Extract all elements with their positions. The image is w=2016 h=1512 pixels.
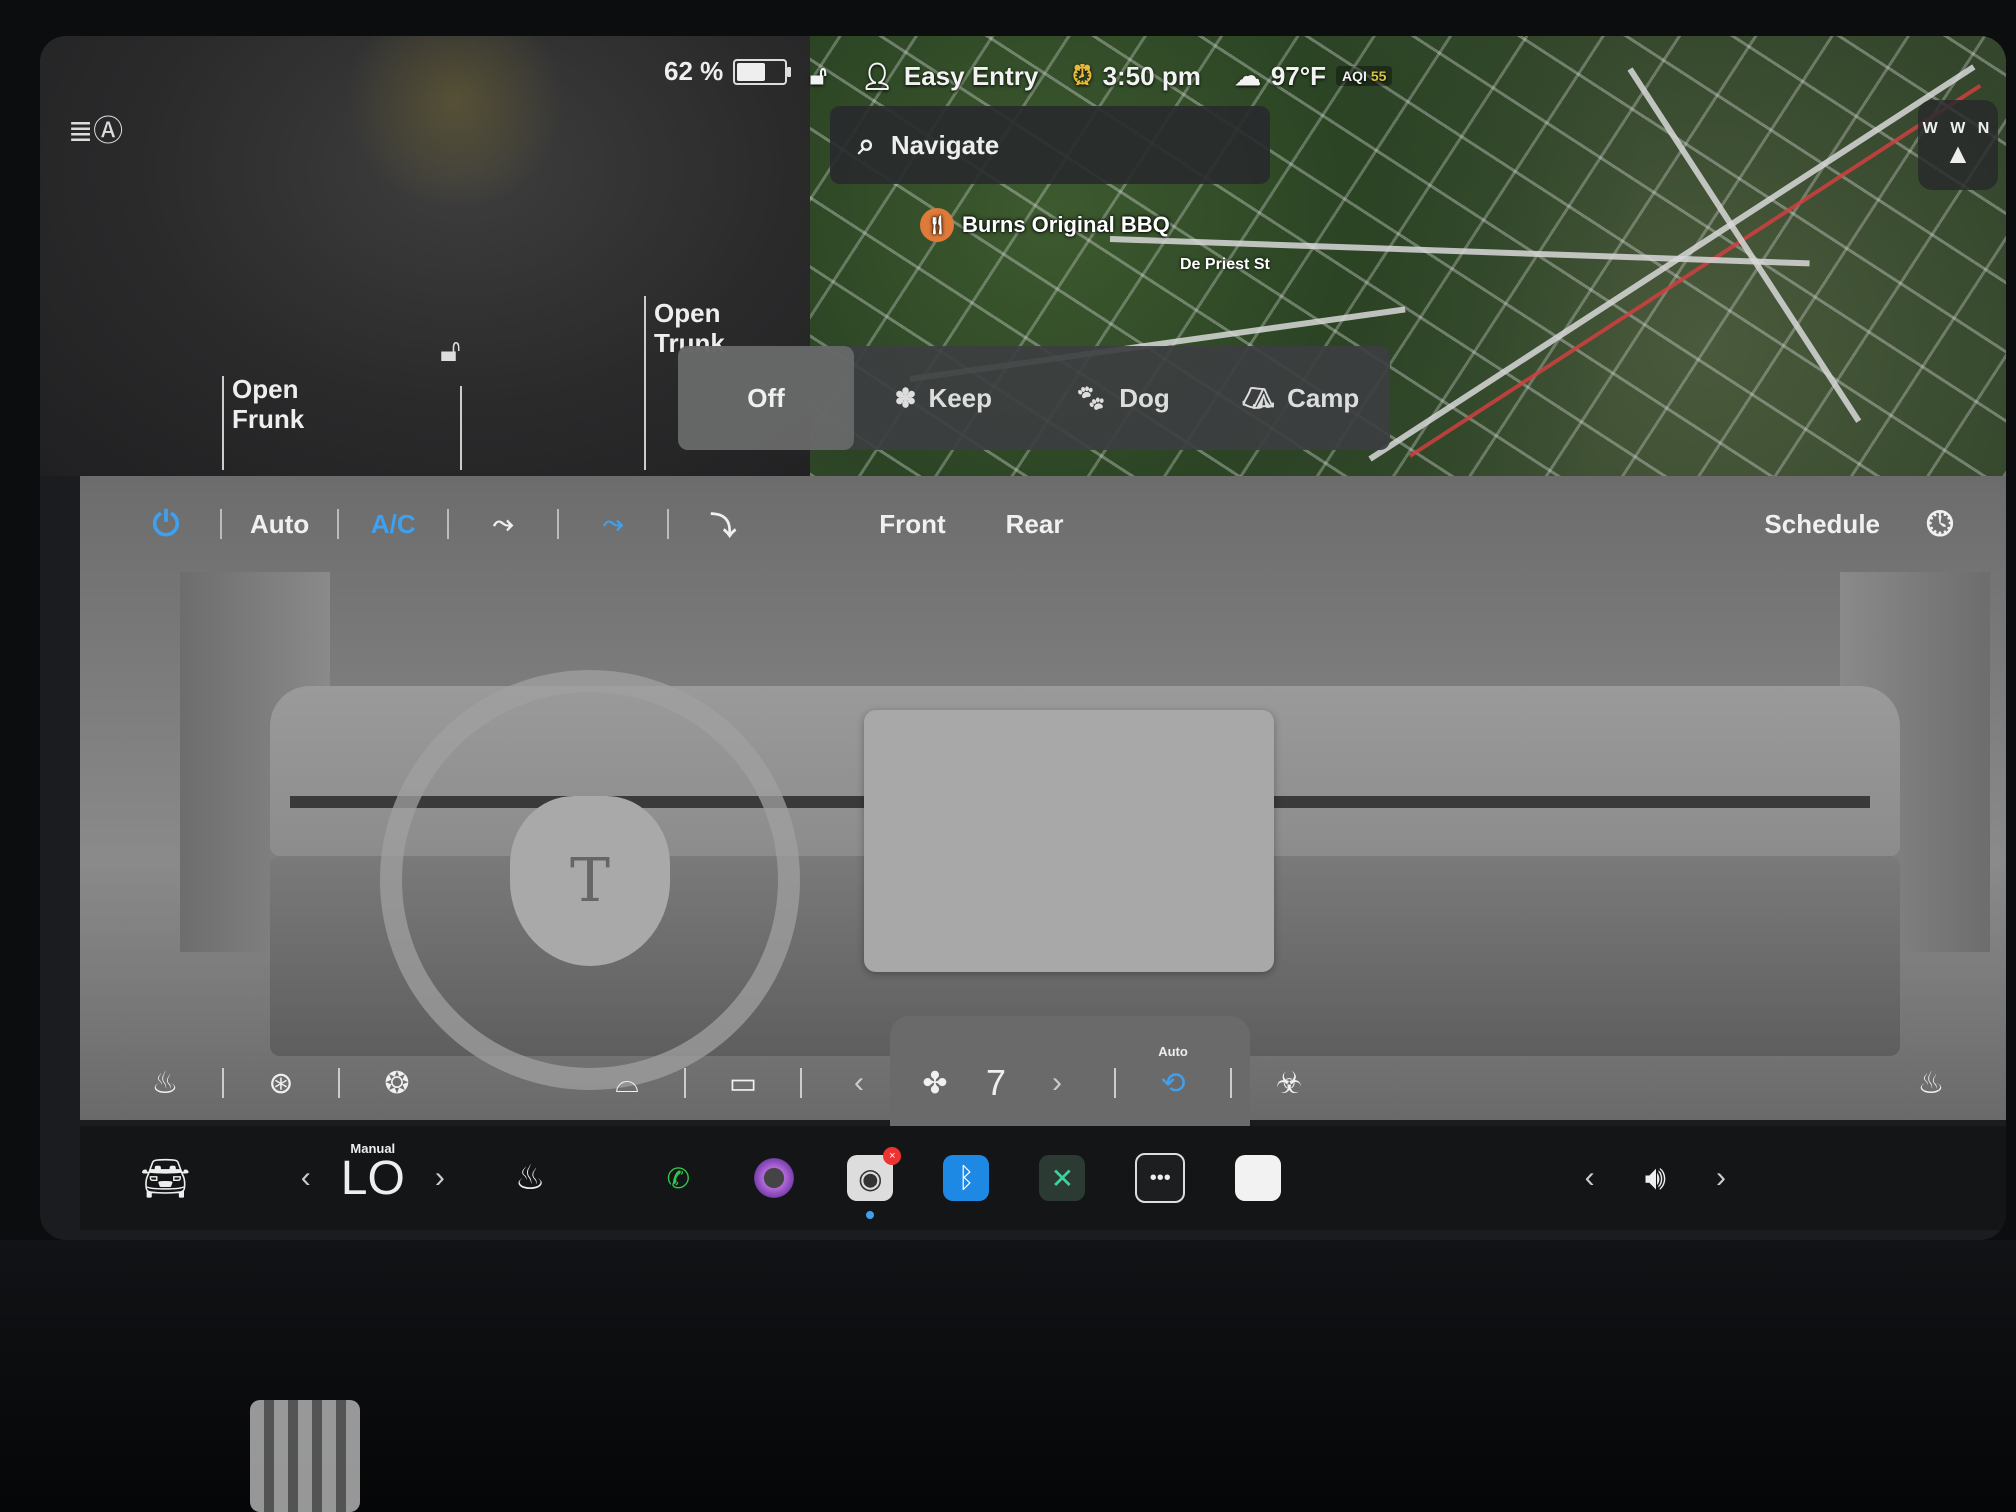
battery-icon — [733, 58, 792, 85]
volume-decrease-button[interactable]: ‹ — [1585, 1161, 1595, 1195]
front-defrost-icon[interactable]: ⌓ — [602, 1066, 652, 1100]
temp-value: LO — [340, 1151, 405, 1205]
screen-glare — [340, 36, 570, 206]
recirculation-icon: ⟲ — [1160, 1066, 1186, 1100]
navigation-arrow-icon: ▲ — [1944, 138, 1972, 169]
recirc-auto-label: Auto — [1158, 1043, 1188, 1059]
airflow-feet-icon[interactable]: ⤵ — [697, 506, 749, 543]
volume-increase-button[interactable]: › — [1716, 1161, 1726, 1195]
mode-keep-button[interactable]: ✽ Keep — [854, 346, 1033, 450]
weather[interactable]: ☁︎ 97°F AQI 55 — [1235, 61, 1393, 92]
fan-keep-icon: ✽ — [894, 382, 917, 413]
paw-icon: 🐾︎ — [1074, 382, 1108, 413]
car-icon[interactable]: 🚘︎ — [140, 1155, 191, 1202]
mode-dog-button[interactable]: 🐾︎ Dog — [1033, 346, 1212, 450]
clock: ⏰︎ 3:50 pm — [1072, 60, 1201, 92]
battery-percent: 62 % — [664, 56, 724, 86]
alarm-icon: ⏰︎ — [1072, 60, 1093, 90]
fan-icon: ✤ — [922, 1066, 948, 1100]
street-label: De Priest St — [1180, 256, 1270, 273]
camera-alert-badge: × — [883, 1147, 902, 1165]
fan-decrease-button[interactable]: ‹ — [834, 1066, 884, 1100]
map-poi[interactable]: 🍴︎ Burns Original BBQ — [920, 208, 1170, 242]
tent-icon: ⛺︎ — [1242, 382, 1276, 413]
phone-icon[interactable]: ✆ — [655, 1155, 701, 1201]
seat-heat-left-icon[interactable]: ♨ — [140, 1066, 190, 1101]
climate-keep-mode-selector: Off ✽ Keep 🐾︎ Dog ⛺︎ Camp — [678, 346, 1390, 450]
temperature-text: 97°F — [1270, 60, 1327, 91]
unlock-icon[interactable]: 🔓︎ — [440, 332, 461, 370]
profile-name: Easy Entry — [903, 60, 1039, 91]
lock-open-icon: 🔓︎ — [810, 60, 827, 90]
fan-speed-value: 7 — [986, 1062, 1007, 1103]
cloud-icon: ☁︎ — [1234, 60, 1261, 91]
driver-profile[interactable]: 👤︎ Easy Entry — [861, 61, 1038, 92]
mode-off-button[interactable]: Off — [678, 346, 854, 450]
bioweapon-defense-icon[interactable]: ☣ — [1264, 1066, 1314, 1101]
status-bar: 🔓︎ 👤︎ Easy Entry ⏰︎ 3:50 pm ☁︎ 97°F AQI … — [810, 54, 1393, 98]
climate-toolbar: ⏻ Auto A/C ⤳ ⤳ ⤵ Front Rear Schedule 🕓︎ — [80, 476, 2006, 572]
center-display-illustration — [864, 710, 1274, 972]
airflow-face-icon[interactable]: ⤳ — [477, 508, 529, 540]
climate-bottom-bar: ♨ ⊛ ❂ ⌓ ▭ ‹ ✤ 7 › Auto ⟲ ☣ ♨ — [80, 1044, 2006, 1120]
ac-button[interactable]: A/C — [367, 509, 419, 540]
climate-panel: T ⏻ Auto A/C ⤳ ⤳ ⤵ Front Rear Schedule 🕓… — [80, 476, 2006, 1126]
taskbar: 🚘︎ ‹ Manual LO › ♨ ✆ ◉ × ᛒ ✕ ••• ‹ 🔊︎ › — [80, 1126, 2006, 1230]
time-text: 3:50 pm — [1102, 60, 1201, 91]
driver-temperature[interactable]: Manual LO — [340, 1141, 405, 1206]
fan-increase-button[interactable]: › — [1032, 1066, 1082, 1100]
steering-wheel-heat-icon[interactable]: ⊛ — [256, 1066, 306, 1101]
seat-cool-icon[interactable]: ❂ — [372, 1066, 422, 1101]
temp-decrease-button[interactable]: ‹ — [301, 1161, 311, 1195]
notes-icon[interactable] — [1235, 1155, 1282, 1201]
tesla-screen: ≣Ⓐ 62 % Open Frunk 🔓︎ Open Trunk 🔓︎ 👤︎ E… — [40, 36, 2006, 1240]
bluetooth-icon[interactable]: ᛒ — [943, 1155, 990, 1201]
poi-name: Burns Original BBQ — [962, 212, 1170, 237]
person-icon: 👤︎ — [860, 60, 894, 91]
headlight-auto-icon[interactable]: ≣Ⓐ — [68, 106, 123, 148]
schedule-button[interactable]: Schedule — [1764, 509, 1880, 540]
rear-defrost-icon[interactable]: ▭ — [718, 1066, 768, 1101]
camera-icon[interactable]: ◉ × — [847, 1147, 902, 1219]
media-player-icon[interactable] — [751, 1155, 798, 1201]
open-frunk-button[interactable]: Open Frunk — [232, 374, 304, 434]
auto-button[interactable]: Auto — [250, 509, 309, 540]
search-icon: ⌕ — [858, 128, 875, 161]
aqi-badge: AQI 55 — [1336, 66, 1393, 86]
pedal — [250, 1400, 360, 1512]
mode-camp-button[interactable]: ⛺︎ Camp — [1211, 346, 1390, 450]
temp-mode-label: Manual — [350, 1140, 396, 1156]
airflow-face-feet-icon[interactable]: ⤳ — [587, 508, 639, 540]
front-tab[interactable]: Front — [879, 509, 945, 540]
recirculation-button[interactable]: Auto ⟲ — [1148, 1044, 1198, 1101]
rear-tab[interactable]: Rear — [1006, 509, 1064, 540]
search-placeholder: Navigate — [890, 129, 1000, 160]
temp-increase-button[interactable]: › — [435, 1161, 445, 1195]
clock-icon[interactable]: 🕓︎ — [1914, 505, 1966, 544]
battery-indicator: 62 % — [664, 56, 792, 87]
seat-heater-icon[interactable]: ♨ — [515, 1158, 545, 1198]
seat-heat-right-icon[interactable]: ♨ — [1906, 1066, 1956, 1101]
compass-heading: W W N — [1922, 120, 1994, 137]
more-apps-icon[interactable]: ••• — [1135, 1153, 1186, 1203]
active-app-dot — [866, 1211, 875, 1219]
climate-power-icon[interactable]: ⏻ — [140, 505, 192, 544]
lock-status[interactable]: 🔓︎ — [810, 60, 827, 92]
tesla-logo-icon: T — [510, 796, 670, 966]
battery-level-fill — [737, 62, 765, 81]
toybox-icon[interactable]: ✕ — [1039, 1155, 1086, 1201]
compass-button[interactable]: W W N ▲ — [1918, 100, 1998, 190]
navigate-search[interactable]: ⌕ Navigate — [830, 106, 1270, 184]
volume-icon[interactable]: 🔊︎ — [1645, 1159, 1666, 1198]
restaurant-icon: 🍴︎ — [920, 208, 954, 242]
